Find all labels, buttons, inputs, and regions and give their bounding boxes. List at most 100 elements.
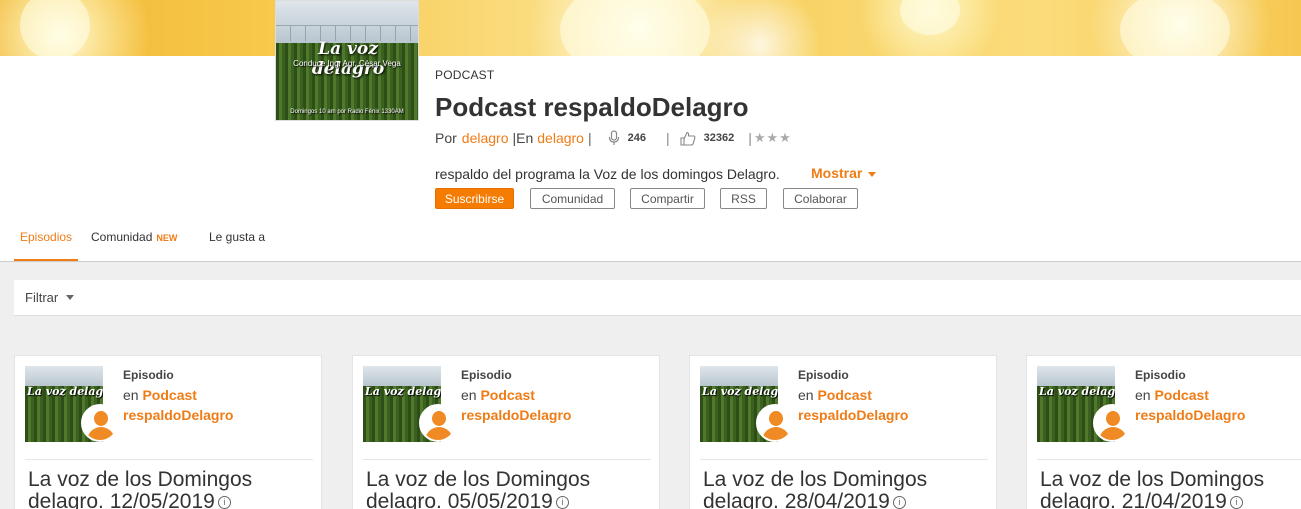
in-label: en [1135, 387, 1151, 403]
episodes-count: 246 [608, 130, 646, 146]
likes-count-value: 32362 [703, 132, 735, 144]
card-divider [25, 459, 313, 460]
filter-label: Filtrar [25, 290, 59, 305]
info-icon[interactable]: i [1229, 495, 1243, 509]
info-icon[interactable]: i [892, 495, 906, 509]
banner-bokeh [900, 0, 960, 35]
user-icon-head [1106, 411, 1120, 426]
podcast-link-prefix[interactable]: Podcast [480, 387, 534, 403]
podcast-link[interactable]: respaldoDelagro [123, 407, 233, 423]
channel-link[interactable]: delagro [537, 130, 584, 146]
caret-down-icon [868, 171, 877, 177]
thumbs-up-icon [680, 131, 696, 146]
podcast-meta: Por delagro |En delagro | 246 | 32362 | … [435, 130, 792, 146]
filter-dropdown[interactable]: Filtrar [14, 280, 1301, 316]
cover-subtitle: Conduce Ing. Agr. César Vega [293, 59, 401, 68]
episode-card[interactable]: La voz delagro Episodio en Podcast respa… [689, 355, 997, 509]
by-label: Por [435, 130, 457, 146]
in-label: en [123, 387, 139, 403]
podcast-link[interactable]: respaldoDelagro [461, 407, 571, 423]
banner-bokeh [560, 0, 710, 56]
in-label: en [798, 387, 814, 403]
rss-button[interactable]: RSS [720, 188, 767, 209]
card-divider [700, 459, 988, 460]
episode-in: en Podcast [461, 387, 535, 403]
in-label: en [461, 387, 477, 403]
episode-title[interactable]: La voz de los Domingos delagro. 05/05/20… [366, 469, 656, 509]
episode-in: en Podcast [1135, 387, 1209, 403]
podcast-cover[interactable]: La voz delagro Conduce Ing. Agr. César V… [275, 0, 419, 121]
episode-in: en Podcast [798, 387, 872, 403]
type-label: PODCAST [435, 68, 495, 82]
tab-episodes[interactable]: Episodios [20, 230, 72, 244]
tab-likes[interactable]: Le gusta a [209, 230, 265, 244]
share-button[interactable]: Compartir [630, 188, 705, 209]
thumbnail-sky [700, 366, 778, 386]
episodes-count-value: 246 [627, 132, 646, 144]
tab-community[interactable]: Comunidad NEW [91, 230, 177, 244]
banner-bokeh [20, 0, 90, 56]
avatar[interactable] [81, 404, 119, 442]
page-title: Podcast respaldoDelagro [435, 92, 749, 122]
rating-separator: | [748, 130, 752, 146]
thumbnail-title: La voz delagro [1039, 385, 1115, 398]
likes-count: 32362 [680, 131, 735, 146]
episode-type: Episodio [1135, 368, 1186, 382]
thumbnail-title: La voz delagro [702, 385, 778, 398]
user-icon-body [425, 427, 453, 440]
meta-separator: | [587, 130, 592, 146]
episodes-section: Filtrar La voz delagro Episodio en Podca… [0, 262, 1301, 509]
thumbnail-title: La voz delagro [27, 385, 103, 398]
user-icon-body [87, 427, 115, 440]
rating-stars[interactable]: ★★★ [754, 130, 792, 146]
podcast-link[interactable]: respaldoDelagro [798, 407, 908, 423]
community-button[interactable]: Comunidad [530, 188, 615, 209]
episode-in: en Podcast [123, 387, 197, 403]
thumbnail-sky [1037, 366, 1115, 386]
active-tab-indicator [14, 259, 78, 261]
tab-bar: Episodios Comunidad NEW Le gusta a [0, 220, 1301, 262]
microphone-icon [608, 130, 619, 145]
caret-down-icon [66, 295, 75, 300]
card-divider [1037, 459, 1301, 460]
episode-card[interactable]: La voz delagro Episodio en Podcast respa… [352, 355, 660, 509]
show-more-toggle[interactable]: Mostrar [811, 165, 877, 181]
episode-title[interactable]: La voz de los Domingos delagro. 28/04/20… [703, 469, 993, 509]
avatar[interactable] [1093, 404, 1131, 442]
collaborate-button[interactable]: Colaborar [783, 188, 858, 209]
new-badge: NEW [156, 233, 178, 243]
tab-community-label: Comunidad [91, 230, 153, 244]
header-banner [0, 0, 1301, 56]
info-icon[interactable]: i [555, 495, 569, 509]
podcast-link-prefix[interactable]: Podcast [817, 387, 871, 403]
avatar[interactable] [756, 404, 794, 442]
banner-bokeh [1120, 0, 1230, 56]
show-more-label: Mostrar [811, 165, 863, 181]
thumbnail-title: La voz delagro [365, 385, 441, 398]
cover-footer: Domingos 10 am por Radio Fénix 1330AM [290, 109, 404, 115]
episode-card[interactable]: La voz delagro Episodio en Podcast respa… [1026, 355, 1301, 509]
subscribe-button[interactable]: Suscribirse [435, 188, 514, 209]
meta-separator: | [665, 130, 670, 146]
episode-type: Episodio [798, 368, 849, 382]
episode-title[interactable]: La voz de los Domingos delagro. 21/04/20… [1040, 469, 1301, 509]
thumbnail-sky [25, 366, 103, 386]
thumbnail-sky [363, 366, 441, 386]
in-label: |En [512, 130, 534, 146]
author-link[interactable]: delagro [462, 130, 509, 146]
episode-type: Episodio [123, 368, 174, 382]
card-divider [363, 459, 651, 460]
podcast-link[interactable]: respaldoDelagro [1135, 407, 1245, 423]
user-icon-head [94, 411, 108, 426]
info-icon[interactable]: i [217, 495, 231, 509]
episode-title[interactable]: La voz de los Domingos delagro. 12/05/20… [28, 469, 318, 509]
episode-card[interactable]: La voz delagro Episodio en Podcast respa… [14, 355, 322, 509]
podcast-link-prefix[interactable]: Podcast [142, 387, 196, 403]
episode-type: Episodio [461, 368, 512, 382]
user-icon-head [432, 411, 446, 426]
avatar[interactable] [419, 404, 457, 442]
user-icon-body [762, 427, 790, 440]
podcast-link-prefix[interactable]: Podcast [1154, 387, 1208, 403]
podcast-description: respaldo del programa la Voz de los domi… [435, 166, 780, 182]
user-icon-body [1099, 427, 1127, 440]
